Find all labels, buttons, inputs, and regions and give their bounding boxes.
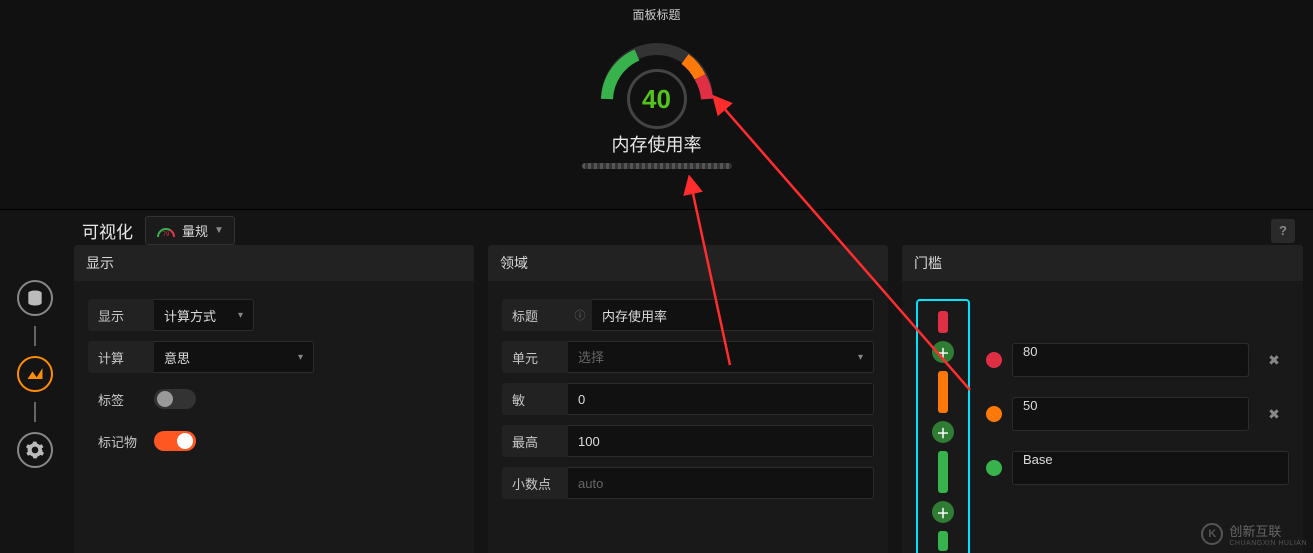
display-panel: 显示 显示 计算方式 ▾ 计算 意思 ▾	[74, 245, 474, 553]
threshold-color-dot[interactable]	[986, 460, 1002, 476]
unit-input-el[interactable]	[578, 350, 858, 365]
max-row: 最高	[502, 425, 874, 457]
max-label: 最高	[502, 425, 568, 457]
add-threshold-button[interactable]: ＋	[932, 501, 954, 523]
max-input-el[interactable]	[578, 434, 863, 449]
min-label: 敏	[502, 383, 568, 415]
field-title-label: 标题	[502, 299, 568, 331]
max-input[interactable]	[568, 425, 874, 457]
threshold-panel-header: 门槛	[902, 245, 1303, 281]
editor: 可视化 79 量规 ▼ ? 显示 显示 计算方式 ▾	[0, 210, 1313, 553]
gauge-center: 40	[627, 69, 687, 129]
gauge-value: 40	[642, 84, 671, 115]
viz-type-label: 量规	[182, 221, 208, 240]
threshold-color-dot[interactable]	[986, 352, 1002, 368]
calc-row: 计算 意思 ▾	[88, 341, 460, 373]
gauge-icon: 79	[156, 224, 176, 238]
unit-select[interactable]: ▾	[568, 341, 874, 373]
panels: 显示 显示 计算方式 ▾ 计算 意思 ▾	[70, 245, 1307, 553]
add-threshold-button[interactable]: ＋	[932, 421, 954, 443]
tab-settings-icon[interactable]	[17, 432, 53, 468]
min-input[interactable]	[568, 383, 874, 415]
viz-section-title: 可视化	[82, 218, 133, 243]
threshold-color-dot[interactable]	[986, 406, 1002, 422]
remove-threshold-button[interactable]: ✖	[1259, 343, 1289, 377]
tab-queries-icon[interactable]	[17, 280, 53, 316]
threshold-value-input[interactable]	[1012, 451, 1289, 485]
threshold-list: ✖ ✖	[986, 299, 1289, 553]
chevron-down-icon: ▾	[858, 352, 863, 363]
resize-handle[interactable]	[582, 163, 732, 169]
markers-row: 标记物	[88, 425, 460, 457]
watermark-sub: CHUANGXIN HULIAN	[1229, 540, 1307, 547]
viz-topbar: 可视化 79 量规 ▼ ?	[70, 216, 1307, 245]
show-mode-value: 计算方式	[164, 306, 216, 325]
help-button[interactable]: ?	[1271, 219, 1295, 243]
threshold-row: ✖	[986, 343, 1289, 377]
watermark: K 创新互联 CHUANGXIN HULIAN	[1201, 521, 1307, 547]
threshold-seg-base	[938, 531, 948, 551]
decimals-input[interactable]	[568, 467, 874, 499]
unit-row: 单元 ▾	[502, 341, 874, 373]
markers-label: 标记物	[88, 425, 154, 457]
tab-visualization-icon[interactable]	[17, 356, 53, 392]
labels-toggle[interactable]	[154, 389, 196, 409]
decimals-row: 小数点	[502, 467, 874, 499]
rail-connector	[34, 402, 36, 422]
chevron-down-icon: ▾	[298, 352, 303, 363]
field-title-input[interactable]	[592, 299, 874, 331]
field-title-row: 标题 ⓘ	[502, 299, 874, 331]
viz-type-picker[interactable]: 79 量规 ▼	[145, 216, 235, 245]
show-mode-select[interactable]: 计算方式 ▾	[154, 299, 254, 331]
calc-value: 意思	[164, 348, 190, 367]
gauge-wrap: 40 内存使用率	[0, 29, 1313, 169]
unit-label: 单元	[502, 341, 568, 373]
min-row: 敏	[502, 383, 874, 415]
decimals-input-el[interactable]	[578, 476, 863, 491]
threshold-seg-top	[938, 311, 948, 333]
panel-title: 面板标题	[0, 0, 1313, 29]
threshold-row	[986, 451, 1289, 485]
threshold-value-input[interactable]	[1012, 397, 1249, 431]
display-panel-header: 显示	[74, 245, 474, 281]
threshold-row: ✖	[986, 397, 1289, 431]
chevron-down-icon: ▼	[214, 225, 224, 236]
calc-select[interactable]: 意思 ▾	[154, 341, 314, 373]
svg-text:79: 79	[163, 232, 170, 238]
threshold-panel: 门槛 ＋ ＋ ＋ ✖	[902, 245, 1303, 553]
preview-pane: 面板标题 40 内存使用率	[0, 0, 1313, 210]
watermark-brand: 创新互联	[1229, 521, 1307, 540]
rail-connector	[34, 326, 36, 346]
add-threshold-button[interactable]: ＋	[932, 341, 954, 363]
field-panel-header: 领域	[488, 245, 888, 281]
gauge: 40	[592, 29, 722, 109]
left-rail	[0, 210, 70, 553]
min-input-el[interactable]	[578, 392, 863, 407]
threshold-seg-mid	[938, 371, 948, 413]
markers-toggle[interactable]	[154, 431, 196, 451]
threshold-scale: ＋ ＋ ＋	[916, 299, 970, 553]
field-title-input-el[interactable]	[602, 308, 863, 323]
labels-row: 标签	[88, 383, 460, 415]
main: 可视化 79 量规 ▼ ? 显示 显示 计算方式 ▾	[70, 210, 1313, 553]
chevron-down-icon: ▾	[238, 310, 243, 321]
calc-label: 计算	[88, 341, 154, 373]
remove-threshold-button[interactable]: ✖	[1259, 397, 1289, 431]
labels-label: 标签	[88, 383, 154, 415]
threshold-seg-bot	[938, 451, 948, 493]
watermark-logo: K	[1201, 523, 1223, 545]
show-label: 显示	[88, 299, 154, 331]
decimals-label: 小数点	[502, 467, 568, 499]
field-panel: 领域 标题 ⓘ 单元 ▾	[488, 245, 888, 553]
info-icon[interactable]: ⓘ	[568, 299, 592, 331]
threshold-value-input[interactable]	[1012, 343, 1249, 377]
show-mode-row: 显示 计算方式 ▾	[88, 299, 460, 331]
metric-label: 内存使用率	[612, 131, 702, 157]
